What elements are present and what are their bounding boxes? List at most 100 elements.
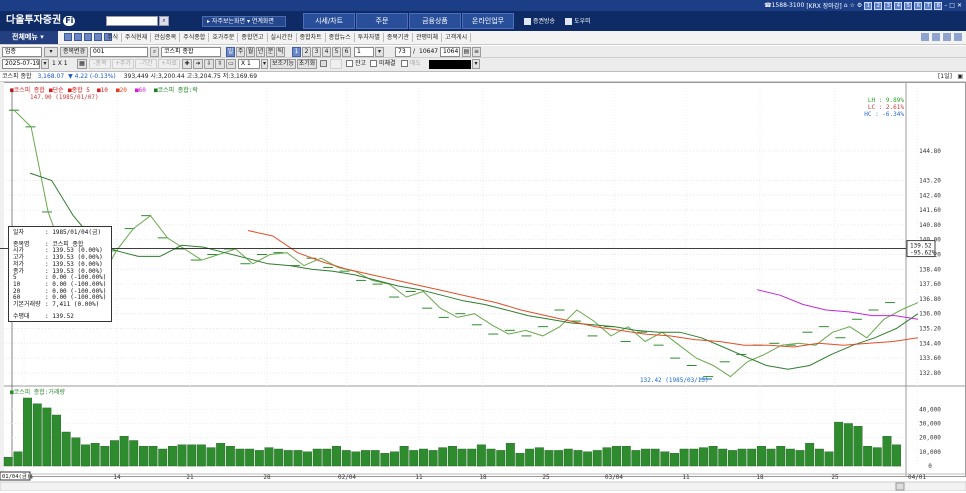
period-year[interactable]: 년	[256, 47, 265, 57]
help-link[interactable]: 도우미	[565, 16, 591, 25]
list-icon[interactable]: ≡	[472, 47, 481, 57]
count-input[interactable]: 73	[395, 47, 411, 57]
volume-bar	[525, 448, 535, 467]
quick-link[interactable]: 종합연고	[238, 33, 268, 42]
search-icon[interactable]: ⌕	[159, 16, 169, 26]
reset-button[interactable]: 초기화	[297, 59, 317, 69]
period-month[interactable]: 월	[246, 47, 255, 57]
quick-link[interactable]: 고객게시	[442, 33, 472, 42]
option-button[interactable]	[330, 59, 342, 69]
screen-select[interactable]: ▸ 자주보는화면 ▾ 연계화면	[202, 16, 286, 27]
chart-area[interactable]: 144.80143.20142.40141.60140.80140.00139.…	[0, 82, 966, 492]
period-minute[interactable]: 분	[266, 47, 275, 57]
quick-link[interactable]: 주식	[104, 33, 123, 42]
market-dropdown[interactable]: ▾	[44, 47, 58, 57]
num-4[interactable]: 4	[894, 1, 903, 10]
chart-svg[interactable]: 144.80143.20142.40141.60140.80140.00139.…	[0, 82, 966, 492]
minimize-icon[interactable]: –	[944, 2, 947, 9]
period-tick[interactable]: 틱	[276, 47, 285, 57]
quick-link[interactable]: 종합뉴스	[326, 33, 355, 42]
home-icon[interactable]: ⌂	[844, 2, 848, 9]
quick-link[interactable]: 관평미체	[413, 33, 443, 42]
quick-link[interactable]: 주식현재	[122, 33, 152, 42]
period-day[interactable]: 일	[226, 47, 235, 57]
window-icon[interactable]	[64, 33, 72, 41]
nav-minus-period[interactable]: -기간	[135, 59, 157, 69]
period-week[interactable]: 주	[236, 47, 245, 57]
num-2[interactable]: 2	[874, 1, 883, 10]
quick-link[interactable]: 종목기관	[384, 33, 413, 42]
quick-link[interactable]: 주식종합	[180, 33, 210, 42]
num-5[interactable]: 5	[904, 1, 913, 10]
lock-icon[interactable]	[932, 33, 940, 41]
code-search-button[interactable]: ⌕	[150, 47, 159, 57]
h-scrollbar[interactable]	[0, 481, 966, 492]
nav-minus-symbol[interactable]: -종목	[89, 59, 111, 69]
tab-chart[interactable]: 시세/차트	[303, 13, 355, 29]
nav-plus-price[interactable]: +주가	[112, 59, 134, 69]
balance-checkbox[interactable]	[346, 60, 353, 67]
x-tick-label: 25	[542, 474, 550, 481]
code-input[interactable]: 001	[90, 47, 148, 57]
tab-order[interactable]: 주문	[356, 13, 408, 29]
tab-online[interactable]: 온라인업무	[462, 13, 514, 29]
save-icon[interactable]	[74, 33, 82, 41]
expand-icon[interactable]	[954, 33, 962, 41]
crosshair-icon[interactable]: ✚	[182, 59, 192, 69]
broadcast-link[interactable]: 증권방송	[524, 16, 555, 25]
down-arrow-icon[interactable]: ⇩	[204, 59, 214, 69]
nav-plus-data[interactable]: +자료	[158, 59, 180, 69]
chart-type-icon[interactable]: ▤	[462, 47, 471, 57]
quick-link[interactable]: 투자자별	[355, 33, 384, 42]
num-6[interactable]: 6	[914, 1, 923, 10]
refresh-icon[interactable]	[921, 33, 929, 41]
option-checkbox[interactable]	[320, 60, 327, 67]
scroll-end-button[interactable]	[895, 482, 905, 491]
quick-link[interactable]: 관심종목	[151, 33, 181, 42]
interval-6[interactable]: 6	[342, 47, 351, 57]
num-1[interactable]: 1	[864, 1, 873, 10]
gear-icon[interactable]: ⚙	[857, 2, 862, 9]
change-symbol-button[interactable]: 종목변경	[60, 47, 88, 57]
quick-link[interactable]: 실시간잔	[268, 33, 297, 42]
all-menu-button[interactable]: 전체메뉴 ▾	[0, 31, 58, 44]
report-button[interactable]: 보조기능	[270, 59, 296, 69]
expand-panel-icon[interactable]: ▣	[957, 72, 963, 82]
calendar-icon[interactable]: ▦	[77, 59, 87, 69]
page-icon[interactable]: ▭	[226, 59, 236, 69]
date-input[interactable]: 2025-07-19	[2, 59, 40, 69]
arrow-icon[interactable]: ➜	[193, 59, 203, 69]
menu-search-input[interactable]	[106, 16, 158, 26]
market-select[interactable]: 업종	[2, 47, 42, 57]
unfilled-checkbox[interactable]	[370, 60, 377, 67]
zoom-icon[interactable]: ⇳	[215, 59, 225, 69]
interval-dropdown[interactable]: ▾	[375, 47, 384, 57]
interval-select[interactable]: 1	[354, 47, 374, 57]
count-view[interactable]: 1064	[440, 47, 460, 57]
close-icon[interactable]: ✕	[957, 2, 962, 9]
num-8[interactable]: 8	[934, 1, 943, 10]
print-icon[interactable]	[84, 33, 92, 41]
quick-link[interactable]: 호가주문	[209, 33, 239, 42]
interval-4[interactable]: 4	[322, 47, 331, 57]
quick-link[interactable]: 종합차트	[297, 33, 326, 42]
interval-5[interactable]: 5	[332, 47, 341, 57]
date-dropdown[interactable]: ▾	[41, 59, 49, 69]
multiplier-dropdown[interactable]: ▾	[261, 59, 268, 69]
interval-3[interactable]: 3	[312, 47, 321, 57]
interval-2[interactable]: 2	[302, 47, 311, 57]
volume-bar	[689, 448, 699, 467]
num-7[interactable]: 7	[924, 1, 933, 10]
tab-products[interactable]: 금융상품	[409, 13, 461, 29]
settings-icon[interactable]	[943, 33, 951, 41]
maximize-icon[interactable]: □	[949, 2, 955, 9]
layout-icon[interactable]	[94, 33, 102, 41]
brand-logo: 다올투자증권 Fi	[6, 13, 76, 29]
interval-1[interactable]: 1	[292, 47, 301, 57]
swatch-dropdown[interactable]: ▾	[472, 59, 480, 69]
multiplier-select[interactable]: X 1	[238, 59, 260, 69]
star-icon[interactable]: ☆	[850, 2, 855, 9]
color-swatch[interactable]	[429, 60, 471, 69]
num-3[interactable]: 3	[884, 1, 893, 10]
sell-checkbox[interactable]	[401, 60, 408, 67]
